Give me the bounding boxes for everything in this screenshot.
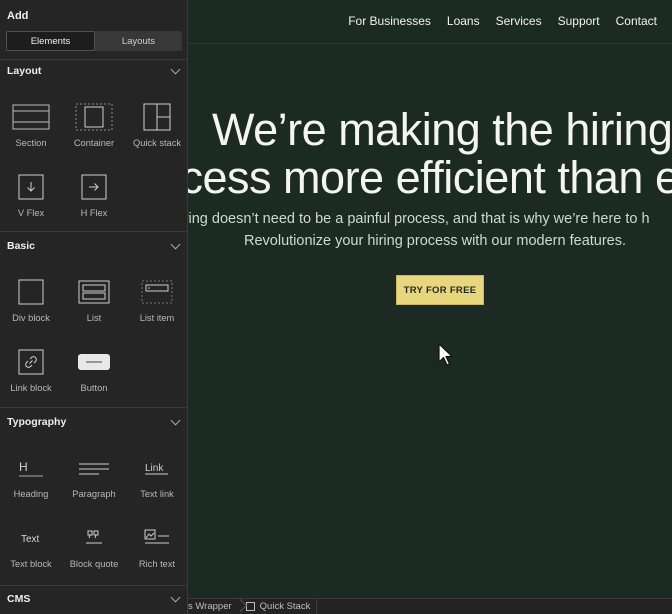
heading-icon-text: H	[19, 460, 28, 474]
chevron-down-icon	[170, 592, 181, 602]
element-list[interactable]: List	[64, 273, 124, 323]
element-label: Paragraph	[72, 489, 116, 499]
heading-icon: H	[1, 449, 61, 487]
breadcrumb-quick-stack-label: Quick Stack	[259, 601, 311, 612]
element-label: List item	[139, 313, 175, 323]
element-text-link[interactable]: Link Text link	[127, 449, 187, 499]
element-block-quote[interactable]: Block quote	[64, 519, 124, 569]
hero-heading-line-1[interactable]: We’re making the hiring	[212, 106, 672, 154]
element-label: Quick stack	[132, 138, 182, 148]
text-block-icon-text: Text	[21, 534, 40, 545]
section-header-typography[interactable]: Typography	[0, 410, 187, 434]
element-label: Container	[73, 138, 115, 148]
button-icon	[64, 343, 124, 381]
element-label: Link block	[10, 383, 52, 393]
tab-layouts[interactable]: Layouts	[95, 31, 182, 51]
text-block-icon: Text	[1, 519, 61, 557]
rich-text-icon	[127, 519, 187, 557]
section-title-basic: Basic	[7, 240, 36, 252]
chevron-down-icon	[170, 64, 181, 74]
div-block-icon	[1, 273, 61, 311]
element-label: Block quote	[69, 559, 119, 569]
site-navbar: For Businesses Loans Services Support Co…	[188, 0, 672, 44]
element-text-block[interactable]: Text Text block	[1, 519, 61, 569]
element-section[interactable]: Section	[1, 98, 61, 148]
site-nav-links: For Businesses Loans Services Support Co…	[348, 14, 657, 28]
hero-paragraph-line-2[interactable]: Revolutionize your hiring process with o…	[244, 233, 626, 249]
element-label: Div block	[12, 313, 50, 323]
element-div-block[interactable]: Div block	[1, 273, 61, 323]
add-panel: Add Elements Layouts Layout Section Cont…	[0, 0, 188, 614]
element-label: Button	[80, 383, 108, 393]
nav-link-for-businesses[interactable]: For Businesses	[348, 14, 431, 28]
chevron-down-icon	[170, 239, 181, 249]
tab-elements[interactable]: Elements	[6, 31, 95, 51]
list-item-icon	[127, 273, 187, 311]
element-v-flex[interactable]: V Flex	[1, 168, 61, 218]
element-label: Rich text	[138, 559, 176, 569]
element-label: Heading	[13, 489, 49, 499]
section-header-basic[interactable]: Basic	[0, 234, 187, 258]
element-h-flex[interactable]: H Flex	[64, 168, 124, 218]
panel-tabs: Elements Layouts	[6, 31, 182, 51]
text-link-icon: Link	[127, 449, 187, 487]
element-label: H Flex	[80, 208, 108, 218]
element-quick-stack[interactable]: Quick stack	[127, 98, 187, 148]
divider	[0, 231, 187, 232]
mouse-pointer-icon	[438, 343, 453, 366]
try-for-free-button[interactable]: TRY FOR FREE	[396, 275, 484, 305]
divider	[0, 585, 187, 586]
container-icon	[64, 98, 124, 136]
nav-link-services[interactable]: Services	[496, 14, 542, 28]
panel-title: Add	[7, 10, 29, 22]
section-icon	[1, 98, 61, 136]
chevron-down-icon	[170, 415, 181, 425]
element-label: Text link	[140, 489, 174, 499]
breadcrumb-separator-icon	[235, 599, 243, 614]
nav-link-support[interactable]: Support	[558, 14, 600, 28]
element-container[interactable]: Container	[64, 98, 124, 148]
section-title-layout: Layout	[7, 65, 42, 77]
breadcrumb-wrapper[interactable]: s Wrapper	[188, 601, 232, 612]
text-link-icon-text: Link	[145, 463, 164, 474]
element-heading[interactable]: H Heading	[1, 449, 61, 499]
divider	[0, 407, 187, 408]
element-paragraph[interactable]: Paragraph	[64, 449, 124, 499]
section-header-cms[interactable]: CMS	[0, 587, 187, 611]
element-label: V Flex	[17, 208, 45, 218]
block-quote-icon	[64, 519, 124, 557]
element-button[interactable]: Button	[64, 343, 124, 393]
element-link-block[interactable]: Link block	[1, 343, 61, 393]
h-flex-icon	[64, 168, 124, 206]
section-title-cms: CMS	[7, 593, 31, 605]
nav-link-contact[interactable]: Contact	[616, 14, 657, 28]
element-label: Text block	[10, 559, 52, 569]
nav-link-loans[interactable]: Loans	[447, 14, 480, 28]
list-icon	[64, 273, 124, 311]
breadcrumb-quick-stack[interactable]: Quick Stack	[245, 598, 318, 614]
section-title-typography: Typography	[7, 416, 67, 428]
hero-paragraph-line-1[interactable]: Hiring doesn’t need to be a painful proc…	[170, 211, 650, 227]
hero-heading-line-2[interactable]: ocess more efficient than e	[156, 154, 672, 202]
element-box-icon	[245, 602, 255, 611]
element-rich-text[interactable]: Rich text	[127, 519, 187, 569]
link-block-icon	[1, 343, 61, 381]
v-flex-icon	[1, 168, 61, 206]
element-label: List	[86, 313, 102, 323]
section-header-layout[interactable]: Layout	[0, 59, 187, 83]
element-list-item[interactable]: List item	[127, 273, 187, 323]
paragraph-icon	[64, 449, 124, 487]
element-label: Section	[15, 138, 47, 148]
quick-stack-icon	[127, 98, 187, 136]
